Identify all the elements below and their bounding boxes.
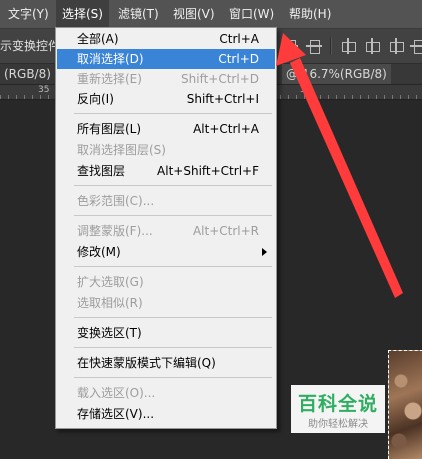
menu-help[interactable]: 帮助(H): [283, 0, 337, 28]
menu-filter[interactable]: 滤镜(T): [112, 0, 165, 28]
menu-separator: [74, 377, 272, 378]
menu-bar: 文字(Y) 选择(S) 滤镜(T) 视图(V) 窗口(W) 帮助(H): [0, 0, 422, 29]
menu-item-reselect[interactable]: 重新选择(E) Shift+Ctrl+D: [57, 69, 275, 89]
menu-item-load-selection[interactable]: 载入选区(O)...: [57, 383, 275, 403]
menu-item-save-selection[interactable]: 存储选区(V)...: [57, 404, 275, 424]
menu-item-modify[interactable]: 修改(M): [57, 242, 275, 262]
menu-window[interactable]: 窗口(W): [223, 0, 280, 28]
distribute-icon[interactable]: [410, 38, 422, 54]
options-divider: [330, 37, 332, 55]
menu-separator: [74, 185, 272, 186]
menu-item-inverse[interactable]: 反向(I) Shift+Ctrl+I: [57, 89, 275, 109]
menu-item-grow[interactable]: 扩大选取(G): [57, 272, 275, 292]
watermark-subtitle: 助你轻松解决: [308, 419, 368, 430]
ruler-number: 35: [38, 85, 50, 95]
menu-item-color-range[interactable]: 色彩范围(C)...: [57, 191, 275, 211]
align-left-icon[interactable]: [340, 38, 356, 54]
menu-item-deselect[interactable]: 取消选择(D) Ctrl+D: [57, 49, 275, 69]
menu-item-similar[interactable]: 选取相似(R): [57, 293, 275, 313]
watermark-title: 百科全说: [297, 393, 378, 415]
watermark-logo: 百科全说 助你轻松解决: [291, 385, 385, 433]
menu-item-find-layers[interactable]: 查找图层 Alt+Shift+Ctrl+F: [57, 161, 275, 181]
menu-item-select-all[interactable]: 全部(A) Ctrl+A: [57, 29, 275, 49]
align-top-icon[interactable]: [282, 38, 298, 54]
document-tab-right[interactable]: @ 16.7%(RGB/8): [282, 64, 391, 84]
ruler-number: 30: [300, 85, 312, 95]
menu-separator: [74, 317, 272, 318]
menu-item-deselect-layers[interactable]: 取消选择图层(S): [57, 140, 275, 160]
menu-view[interactable]: 视图(V): [167, 0, 221, 28]
align-right-icon[interactable]: [388, 38, 404, 54]
menu-separator: [74, 215, 272, 216]
canvas-photo-selection[interactable]: [388, 350, 422, 459]
submenu-arrow-icon: [262, 248, 267, 256]
menu-select[interactable]: 选择(S): [56, 0, 109, 28]
menu-separator: [74, 347, 272, 348]
menu-separator: [74, 266, 272, 267]
menu-separator: [74, 113, 272, 114]
align-vcenter-icon[interactable]: [306, 38, 322, 54]
menu-item-transform-selection[interactable]: 变换选区(T): [57, 323, 275, 343]
menu-type[interactable]: 文字(Y): [2, 0, 55, 28]
menu-item-refine-mask[interactable]: 调整蒙版(F)... Alt+Ctrl+R: [57, 221, 275, 241]
menu-item-quick-mask[interactable]: 在快速蒙版模式下编辑(Q): [57, 353, 275, 373]
show-transform-controls-label[interactable]: 示变换控件: [0, 29, 60, 63]
align-hcenter-icon[interactable]: [364, 38, 380, 54]
menu-item-all-layers[interactable]: 所有图层(L) Alt+Ctrl+A: [57, 119, 275, 139]
select-dropdown-menu: 全部(A) Ctrl+A 取消选择(D) Ctrl+D 重新选择(E) Shif…: [55, 27, 277, 429]
